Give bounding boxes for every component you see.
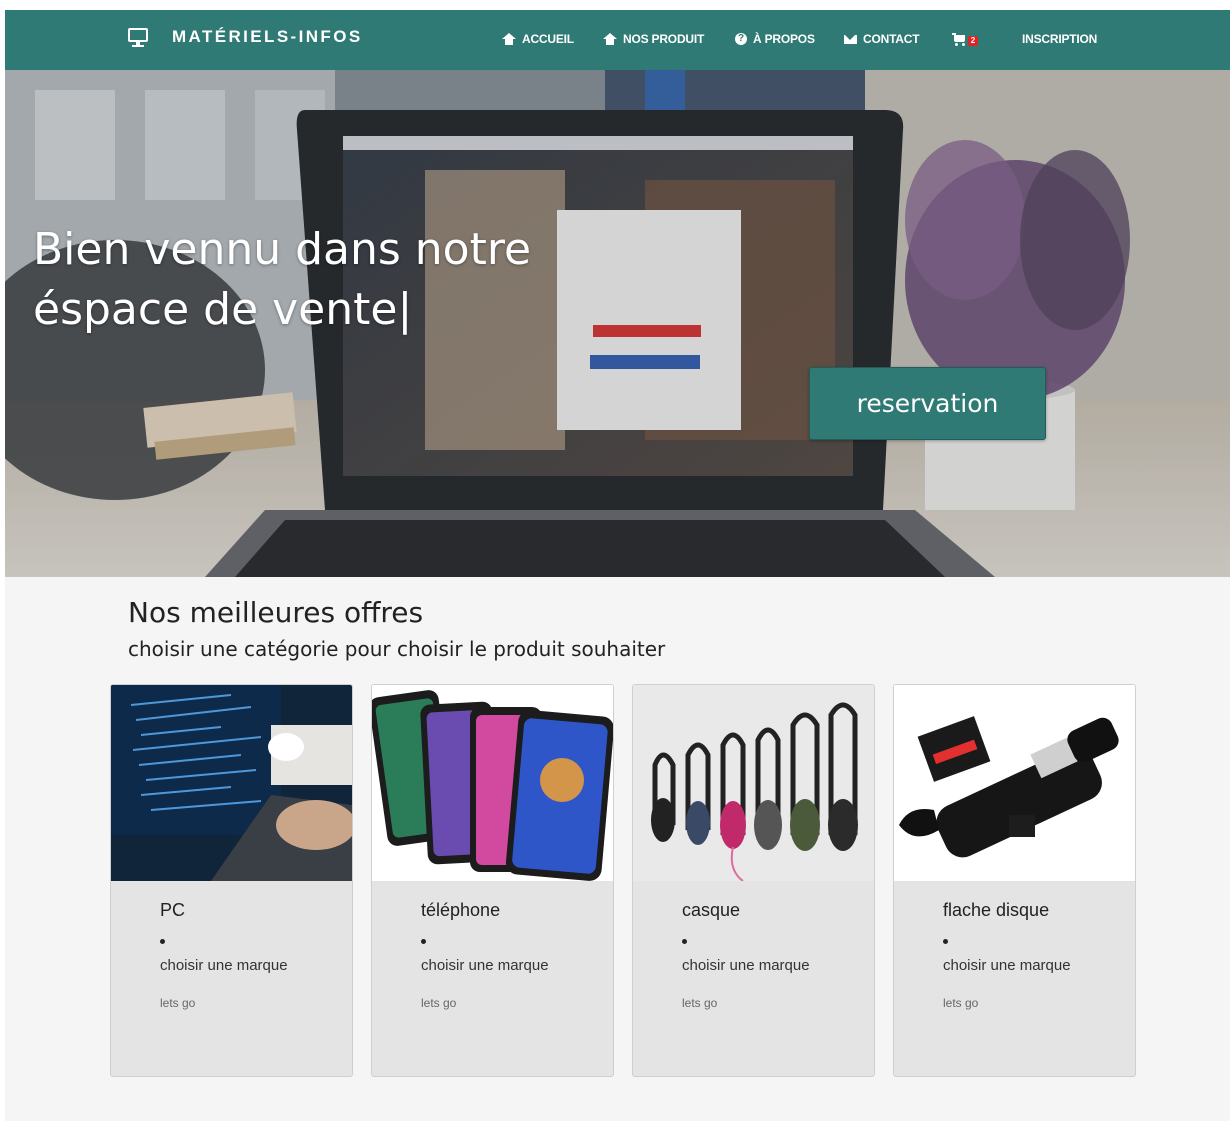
phone-image [372, 685, 613, 881]
category-name: téléphone [421, 900, 501, 920]
nav-nos-produit[interactable]: NOS PRODUIT [603, 32, 704, 46]
hero-title-line1: Bien vennu dans notre [33, 224, 532, 275]
category-card-casque[interactable]: casque choisir une marque lets go [632, 684, 875, 1077]
category-card-telephone[interactable]: téléphone choisir une marque lets go [371, 684, 614, 1077]
mail-icon [844, 34, 857, 44]
nav-nos-produit-label: NOS PRODUIT [623, 32, 705, 46]
lets-go-link[interactable]: lets go [160, 996, 195, 1010]
choose-brand-link[interactable]: choisir une marque [943, 957, 1071, 974]
nav-inscription[interactable]: INSCRIPTION [1022, 32, 1097, 46]
category-name: PC [160, 900, 186, 920]
nav-accueil-label: ACCUEIL [522, 32, 574, 46]
monitor-icon [127, 27, 149, 47]
nav-contact[interactable]: CONTACT [844, 32, 920, 46]
lets-go-link[interactable]: lets go [943, 996, 978, 1010]
category-card-pc[interactable]: PC choisir une marque lets go [110, 684, 353, 1077]
hero-banner: Bien vennu dans notre éspace de vente| r… [5, 70, 1230, 577]
cart-icon [952, 32, 966, 46]
choose-brand-link[interactable]: choisir une marque [682, 957, 810, 974]
flash-drive-image [894, 685, 1135, 881]
choose-brand-link[interactable]: choisir une marque [160, 957, 288, 974]
nav-accueil[interactable]: ACCUEIL [502, 32, 574, 46]
nav-a-propos[interactable]: ? À PROPOS [735, 32, 815, 46]
cart-button[interactable]: 2 [952, 32, 978, 46]
bullet-dot [943, 939, 948, 944]
category-card-flache-disque[interactable]: flache disque choisir une marque lets go [893, 684, 1136, 1077]
page: MATÉRIELS-INFOS ACCUEIL NOS PRODUIT ? À … [5, 10, 1230, 1121]
category-name: casque [682, 900, 741, 920]
bullet-dot [160, 939, 165, 944]
hero-title-line2: éspace de vente [33, 284, 398, 335]
nav-a-propos-label: À PROPOS [753, 32, 815, 46]
category-name: flache disque [943, 900, 1050, 920]
lets-go-link[interactable]: lets go [421, 996, 456, 1010]
typing-caret: | [397, 284, 413, 335]
reservation-button[interactable]: reservation [809, 367, 1046, 440]
hero-title: Bien vennu dans notre éspace de vente| [33, 220, 531, 340]
brand[interactable]: MATÉRIELS-INFOS [127, 27, 363, 47]
nav-inscription-label: INSCRIPTION [1022, 32, 1098, 46]
headphones-image [633, 685, 874, 881]
pc-image [111, 685, 352, 881]
bullet-dot [682, 939, 687, 944]
help-icon: ? [735, 33, 747, 45]
choose-brand-link[interactable]: choisir une marque [421, 957, 549, 974]
bullet-dot [421, 939, 426, 944]
lets-go-link[interactable]: lets go [682, 996, 717, 1010]
cart-count-badge: 2 [968, 36, 978, 46]
offers-subtitle: choisir une catégorie pour choisir le pr… [128, 637, 666, 661]
nav-contact-label: CONTACT [863, 32, 920, 46]
offers-title: Nos meilleures offres [128, 596, 424, 629]
home-icon [502, 33, 516, 45]
navbar: MATÉRIELS-INFOS ACCUEIL NOS PRODUIT ? À … [5, 10, 1230, 70]
brand-name: MATÉRIELS-INFOS [172, 27, 363, 46]
home-icon [603, 33, 617, 45]
